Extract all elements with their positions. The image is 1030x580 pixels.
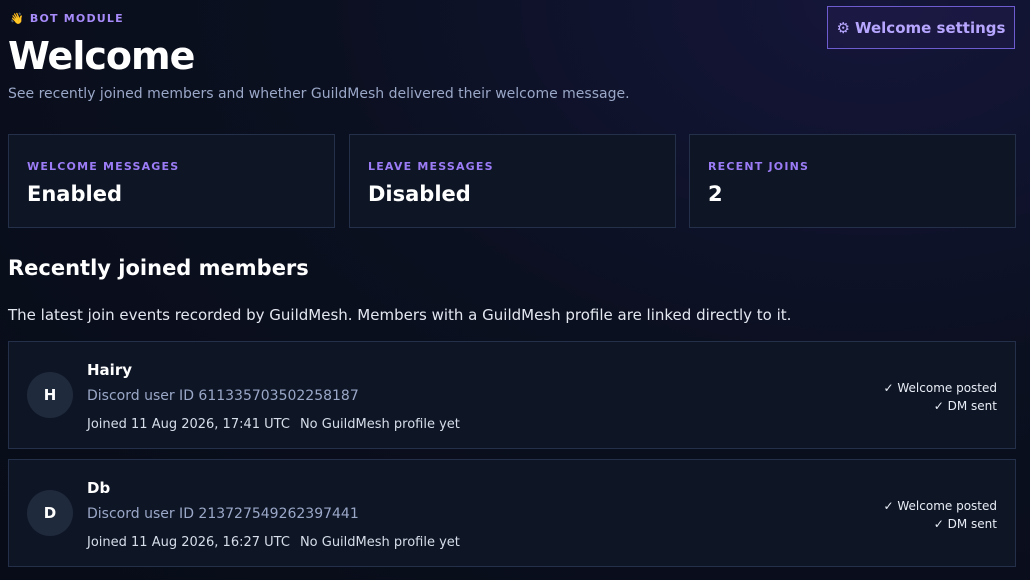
stat-value: Enabled [27, 182, 122, 206]
member-joined: Joined 11 Aug 2026, 16:27 UTC [87, 535, 290, 550]
stat-card-welcome-messages: WELCOME MESSAGES Enabled [8, 134, 335, 228]
member-name: Hairy [87, 361, 132, 379]
page-subtitle: See recently joined members and whether … [8, 86, 630, 102]
member-meta: Joined 11 Aug 2026, 16:27 UTC No GuildMe… [87, 535, 460, 550]
dm-sent-status: ✓ DM sent [933, 517, 997, 531]
member-row: D Db Discord user ID 213727549262397441 … [8, 459, 1016, 567]
member-profile-status: No GuildMesh profile yet [299, 417, 460, 432]
members-section-title: Recently joined members [8, 256, 309, 280]
members-section-description: The latest join events recorded by Guild… [8, 306, 792, 324]
welcome-settings-button[interactable]: ⚙ Welcome settings [827, 6, 1015, 49]
stat-card-recent-joins: RECENT JOINS 2 [689, 134, 1016, 228]
welcome-posted-status: ✓ Welcome posted [883, 381, 998, 395]
member-joined: Joined 11 Aug 2026, 17:41 UTC [87, 417, 290, 432]
stat-value: Disabled [368, 182, 471, 206]
member-meta: Joined 11 Aug 2026, 17:41 UTC No GuildMe… [87, 417, 460, 432]
member-delivery-status: ✓ Welcome posted ✓ DM sent [884, 497, 998, 533]
module-eyebrow: 👋 BOT MODULE [10, 12, 124, 25]
welcome-posted-status: ✓ Welcome posted [883, 499, 998, 513]
waving-hand-icon: 👋 [10, 12, 25, 25]
stat-label: WELCOME MESSAGES [27, 160, 180, 173]
stats-row: WELCOME MESSAGES Enabled LEAVE MESSAGES … [8, 134, 1016, 228]
member-name: Db [87, 479, 111, 497]
avatar: D [27, 490, 73, 536]
member-profile-status: No GuildMesh profile yet [299, 535, 460, 550]
welcome-settings-label: Welcome settings [854, 18, 1006, 37]
stat-label: RECENT JOINS [708, 160, 810, 173]
avatar: H [27, 372, 73, 418]
stat-card-leave-messages: LEAVE MESSAGES Disabled [349, 134, 676, 228]
member-user-id: Discord user ID 213727549262397441 [87, 506, 359, 522]
member-row: H Hairy Discord user ID 6113357035022581… [8, 341, 1016, 449]
stat-label: LEAVE MESSAGES [368, 160, 494, 173]
module-eyebrow-label: BOT MODULE [29, 12, 124, 25]
member-delivery-status: ✓ Welcome posted ✓ DM sent [884, 379, 998, 415]
member-user-id: Discord user ID 611335703502258187 [87, 388, 359, 404]
stat-value: 2 [708, 182, 723, 206]
dm-sent-status: ✓ DM sent [933, 399, 997, 413]
gear-icon: ⚙ [836, 18, 850, 37]
page-title: Welcome [8, 34, 195, 78]
